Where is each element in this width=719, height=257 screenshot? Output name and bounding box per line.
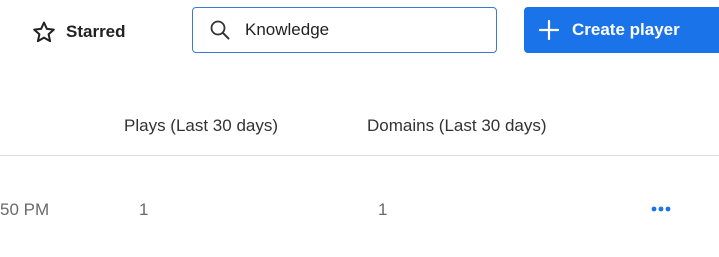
header-divider	[0, 155, 719, 156]
column-header-plays[interactable]: Plays (Last 30 days)	[124, 116, 278, 136]
starred-filter[interactable]: Starred	[32, 16, 126, 48]
create-player-button[interactable]: Create player	[524, 7, 719, 53]
search-input[interactable]	[245, 20, 485, 40]
plus-icon	[538, 19, 560, 41]
row-plays: 1	[139, 200, 149, 219]
column-header-domains[interactable]: Domains (Last 30 days)	[367, 116, 547, 136]
row-time: 50 PM	[0, 200, 50, 219]
starred-label: Starred	[66, 22, 126, 41]
create-player-label: Create player	[572, 20, 680, 39]
page: Starred Create player Plays (Last 30 day…	[0, 0, 719, 257]
row-domains: 1	[378, 200, 388, 219]
row-more-button[interactable]	[646, 200, 676, 218]
search-icon	[210, 20, 230, 40]
search-box[interactable]	[192, 7, 497, 53]
star-outline-icon	[33, 21, 55, 43]
more-horizontal-icon	[651, 206, 671, 212]
